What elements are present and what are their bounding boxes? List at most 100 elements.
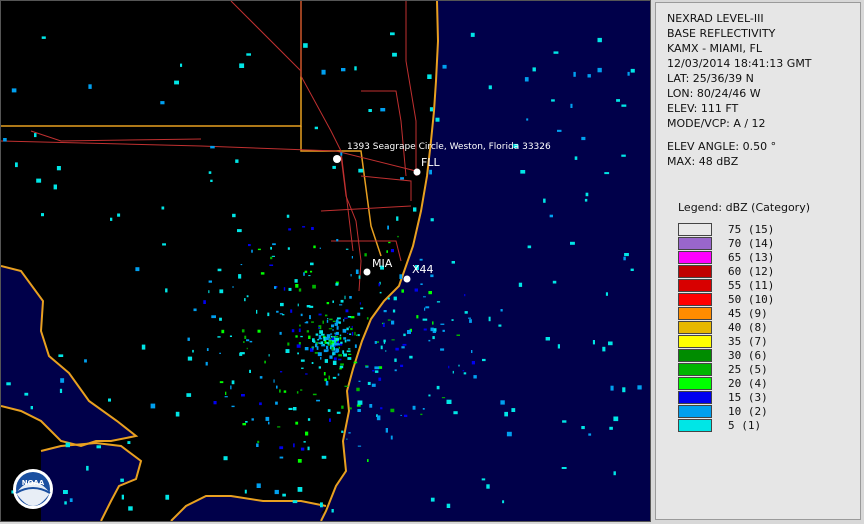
echo-pixel xyxy=(326,334,331,338)
echo-pixel xyxy=(6,382,11,386)
echo-pixel xyxy=(344,317,348,319)
echo-pixel xyxy=(53,184,57,190)
echo-pixel xyxy=(270,246,272,250)
echo-pixel xyxy=(448,365,450,369)
echo-pixel xyxy=(203,300,206,304)
echo-pixel xyxy=(279,331,282,335)
legend-row: 5 (1) xyxy=(678,419,828,433)
echo-pixel xyxy=(298,328,301,333)
echo-pixel xyxy=(205,361,208,366)
echo-pixel xyxy=(318,366,321,369)
echo-pixel xyxy=(69,498,73,502)
echo-pixel xyxy=(374,341,377,344)
echo-pixel xyxy=(279,446,284,450)
product-type: BASE REFLECTIVITY xyxy=(667,27,776,40)
echo-pixel xyxy=(259,402,262,406)
echo-pixel xyxy=(451,319,454,321)
echo-pixel xyxy=(430,327,434,332)
echo-pixel xyxy=(357,409,361,412)
echo-pixel xyxy=(553,51,559,54)
echo-pixel xyxy=(341,68,346,72)
echo-pixel xyxy=(543,198,546,203)
echo-pixel xyxy=(316,346,319,349)
legend-row: 30 (6) xyxy=(678,349,828,363)
legend-row: 60 (12) xyxy=(678,265,828,279)
legend-swatch xyxy=(678,237,712,250)
legend-row: 70 (14) xyxy=(678,237,828,251)
x44-label: X44 xyxy=(412,263,434,276)
echo-pixel xyxy=(187,356,193,361)
echo-pixel xyxy=(298,288,302,292)
echo-pixel xyxy=(388,241,391,244)
echo-pixel xyxy=(249,369,251,373)
echo-pixel xyxy=(358,168,364,173)
echo-pixel xyxy=(374,370,379,373)
echo-pixel xyxy=(488,316,491,322)
echo-pixel xyxy=(376,415,381,421)
echo-pixel xyxy=(335,343,339,346)
echo-pixel xyxy=(331,509,334,513)
echo-pixel xyxy=(286,214,290,218)
echo-pixel xyxy=(353,361,358,364)
echo-pixel xyxy=(378,283,380,287)
info-panel: NEXRAD LEVEL-III BASE REFLECTIVITY KAMX … xyxy=(655,2,861,520)
echo-pixel xyxy=(343,319,345,322)
echo-pixel xyxy=(314,352,318,354)
echo-pixel xyxy=(429,107,433,112)
echo-pixel xyxy=(442,64,447,69)
echo-pixel xyxy=(336,317,341,320)
echo-pixel xyxy=(562,420,567,423)
echo-pixel xyxy=(486,484,490,489)
echo-pixel xyxy=(108,398,111,402)
echo-pixel xyxy=(300,313,303,317)
echo-pixel xyxy=(294,279,298,283)
echo-pixel xyxy=(356,334,357,336)
echo-pixel xyxy=(422,318,428,321)
echo-pixel xyxy=(345,309,349,313)
echo-pixel xyxy=(349,407,352,410)
echo-pixel xyxy=(402,343,407,346)
echo-pixel xyxy=(160,101,165,105)
echo-pixel xyxy=(256,443,259,447)
echo-pixel xyxy=(347,357,352,360)
echo-pixel xyxy=(56,166,61,171)
echo-pixel xyxy=(453,411,458,415)
echo-pixel xyxy=(335,331,339,335)
elev-angle: ELEV ANGLE: 0.50 ° xyxy=(667,140,777,153)
echo-pixel xyxy=(313,245,316,249)
echo-pixel xyxy=(323,372,326,376)
echo-pixel xyxy=(320,357,322,360)
echo-pixel xyxy=(238,274,242,279)
legend-swatch xyxy=(678,363,712,376)
echo-pixel xyxy=(401,289,404,293)
echo-pixel xyxy=(532,67,536,72)
echo-pixel xyxy=(275,401,278,405)
echo-pixel xyxy=(423,328,427,331)
legend-swatch xyxy=(678,265,712,278)
echo-pixel xyxy=(365,365,368,367)
echo-pixel xyxy=(374,366,380,370)
echo-pixel xyxy=(383,339,386,343)
echo-pixel xyxy=(208,280,212,283)
echo-pixel xyxy=(326,345,329,349)
echo-pixel xyxy=(608,341,613,346)
echo-pixel xyxy=(302,226,306,228)
echo-pixel xyxy=(469,319,472,323)
echo-pixel xyxy=(301,367,304,369)
echo-pixel xyxy=(383,310,387,313)
legend-swatch xyxy=(678,251,712,264)
echo-pixel xyxy=(287,342,290,346)
echo-pixel xyxy=(241,394,245,397)
echo-pixel xyxy=(332,320,336,322)
echo-pixel xyxy=(311,362,314,364)
echo-pixel xyxy=(347,316,352,318)
echo-pixel xyxy=(339,337,342,340)
radar-map[interactable]: 1393 Seagrape Circle, Weston, Florida 33… xyxy=(0,0,651,522)
echo-pixel xyxy=(208,290,210,294)
echo-pixel xyxy=(585,192,589,197)
echo-pixel xyxy=(332,329,334,331)
echo-pixel xyxy=(419,258,423,261)
echo-pixel xyxy=(358,275,361,279)
echo-pixel xyxy=(41,213,44,217)
echo-pixel xyxy=(41,36,46,39)
